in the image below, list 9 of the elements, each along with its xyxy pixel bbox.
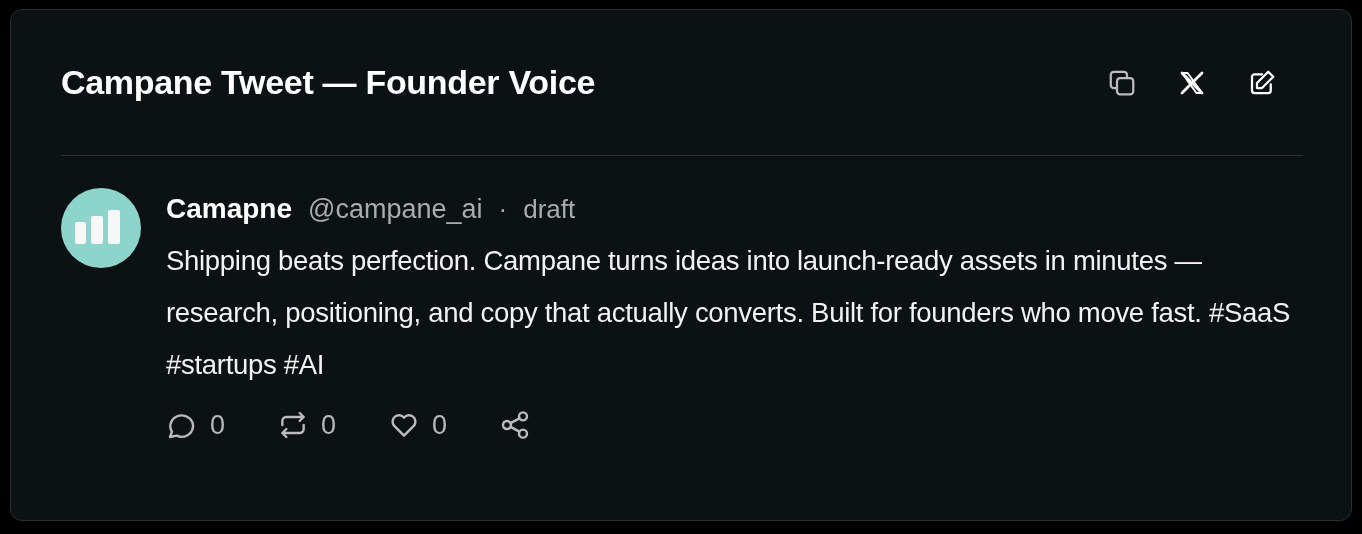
tweet-text: Shipping beats perfection. Campane turns ideas into launch-ready assets in minutes — research, positioning, and copy that actually converts. Built for founders who move fast. #SaaS #startups #AI [166,244,1292,382]
reply-button[interactable]: 0 [166,409,226,441]
like-button[interactable]: 0 [388,409,448,441]
status-label: draft [523,193,576,225]
card-title: Campane Tweet — Founder Voice [61,63,597,102]
author-name: Camapne [166,193,293,225]
separator-dot: · [498,193,508,225]
repost-button[interactable]: 0 [277,409,337,441]
author-handle: @campane_ai [308,193,483,225]
